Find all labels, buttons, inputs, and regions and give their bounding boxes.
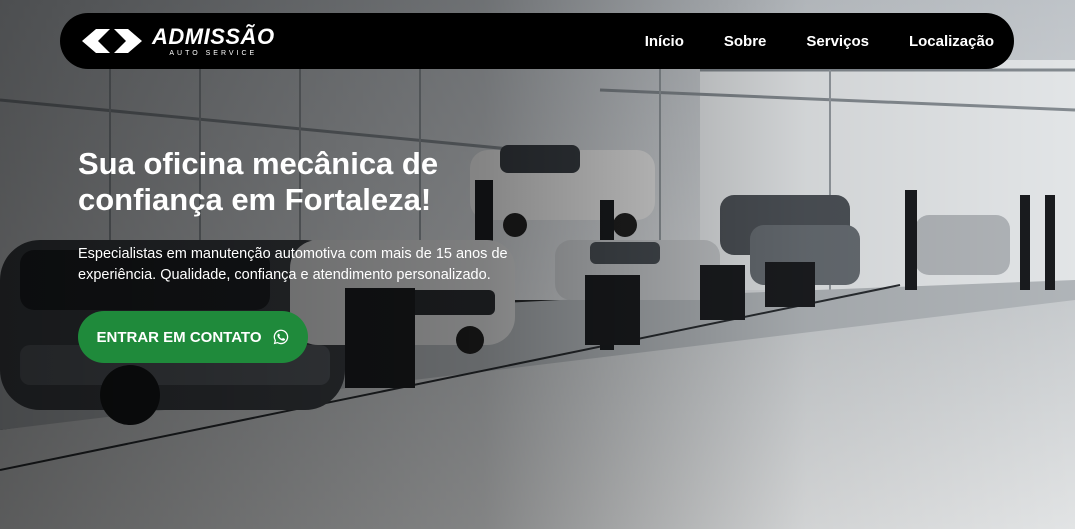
nav-link-inicio[interactable]: Início <box>645 33 684 50</box>
nav-link-sobre[interactable]: Sobre <box>724 33 767 50</box>
contact-button[interactable]: ENTRAR EM CONTATO <box>78 311 308 363</box>
nav-menu: Início Sobre Serviços Localização <box>645 33 994 50</box>
admissao-logo-icon <box>80 26 144 56</box>
hero-headline: Sua oficina mecânica de confiança em For… <box>78 146 439 217</box>
nav-link-servicos[interactable]: Serviços <box>806 33 869 50</box>
navbar: ADMISSÃO AUTO SERVICE Início Sobre Servi… <box>60 13 1014 69</box>
brand-logo[interactable]: ADMISSÃO AUTO SERVICE <box>80 23 275 57</box>
whatsapp-icon <box>272 328 290 346</box>
brand-tagline: AUTO SERVICE <box>169 49 258 57</box>
hero-content: Sua oficina mecânica de confiança em For… <box>78 146 598 286</box>
contact-button-label: ENTRAR EM CONTATO <box>96 328 262 346</box>
hero-description: Especialistas em manutenção automotiva c… <box>78 246 508 283</box>
brand-name: ADMISSÃO <box>152 23 275 49</box>
hero-section: ADMISSÃO AUTO SERVICE Início Sobre Servi… <box>0 0 1075 529</box>
nav-link-localizacao[interactable]: Localização <box>909 33 994 50</box>
